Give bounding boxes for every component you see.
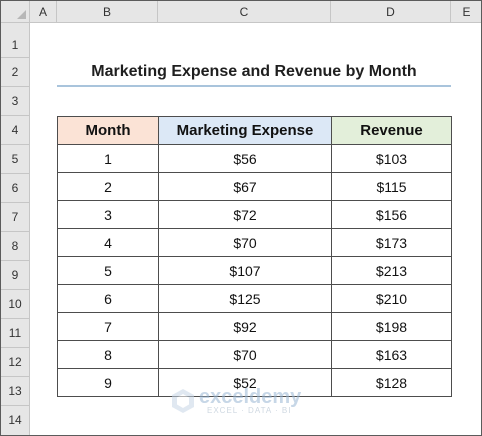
row-header-5[interactable]: 5	[1, 145, 30, 174]
cell-month[interactable]: 4	[57, 228, 159, 257]
cell-revenue[interactable]: $213	[331, 256, 452, 285]
cell-revenue[interactable]: $173	[331, 228, 452, 257]
column-header-b[interactable]: B	[57, 1, 158, 23]
cell-revenue[interactable]: $156	[331, 200, 452, 229]
watermark-tagline: EXCEL · DATA · BI	[207, 406, 292, 415]
cell-revenue[interactable]: $210	[331, 284, 452, 313]
row-header-4[interactable]: 4	[1, 116, 30, 145]
row-header-8[interactable]: 8	[1, 232, 30, 261]
row-header-7[interactable]: 7	[1, 203, 30, 232]
cell-month[interactable]: 8	[57, 340, 159, 369]
cell-month[interactable]: 5	[57, 256, 159, 285]
row-header-1[interactable]: 1	[1, 23, 30, 58]
cell-revenue[interactable]: $163	[331, 340, 452, 369]
row-header-14[interactable]: 14	[1, 406, 30, 435]
cell-month[interactable]: 1	[57, 144, 159, 173]
cell-month[interactable]: 2	[57, 172, 159, 201]
table-row: 3 $72 $156	[57, 200, 452, 229]
table-row: 7 $92 $198	[57, 312, 452, 341]
data-table: Month Marketing Expense Revenue 1 $56 $1…	[57, 116, 452, 397]
table-row: 1 $56 $103	[57, 144, 452, 173]
table-header-row: Month Marketing Expense Revenue	[57, 116, 452, 145]
row-header-12[interactable]: 12	[1, 348, 30, 377]
sheet-title: Marketing Expense and Revenue by Month	[91, 63, 417, 80]
select-all-button[interactable]	[1, 1, 30, 23]
cell-month[interactable]: 9	[57, 368, 159, 397]
row-header-13[interactable]: 13	[1, 377, 30, 406]
column-header-c[interactable]: C	[158, 1, 331, 23]
cell-expense[interactable]: $107	[158, 256, 332, 285]
table-row: 6 $125 $210	[57, 284, 452, 313]
row-header-9[interactable]: 9	[1, 261, 30, 290]
row-header-10[interactable]: 10	[1, 290, 30, 319]
cell-expense[interactable]: $56	[158, 144, 332, 173]
spreadsheet-grid: A B C D E 1 2 3 4 5 6 7 8 9 10 11 12 13 …	[0, 0, 482, 436]
cell-expense[interactable]: $92	[158, 312, 332, 341]
cell-revenue[interactable]: $103	[331, 144, 452, 173]
cell-revenue[interactable]: $128	[331, 368, 452, 397]
column-header-e[interactable]: E	[451, 1, 481, 23]
table-row: 5 $107 $213	[57, 256, 452, 285]
row-header-2[interactable]: 2	[1, 58, 30, 87]
cell-expense[interactable]: $72	[158, 200, 332, 229]
table-row: 2 $67 $115	[57, 172, 452, 201]
cell-expense[interactable]: $125	[158, 284, 332, 313]
header-marketing-expense[interactable]: Marketing Expense	[158, 116, 332, 145]
row-header-3[interactable]: 3	[1, 87, 30, 116]
cell-expense[interactable]: $70	[158, 340, 332, 369]
header-revenue[interactable]: Revenue	[331, 116, 452, 145]
cell-revenue[interactable]: $115	[331, 172, 452, 201]
cell-month[interactable]: 7	[57, 312, 159, 341]
header-month[interactable]: Month	[57, 116, 159, 145]
row-header-11[interactable]: 11	[1, 319, 30, 348]
column-header-d[interactable]: D	[331, 1, 451, 23]
column-header-a[interactable]: A	[30, 1, 57, 23]
cell-expense[interactable]: $70	[158, 228, 332, 257]
table-row: 8 $70 $163	[57, 340, 452, 369]
cell-expense[interactable]: $67	[158, 172, 332, 201]
select-all-triangle-icon	[17, 10, 26, 19]
title-underline	[57, 85, 451, 87]
table-row: 9 $52 $128	[57, 368, 452, 397]
cell-expense[interactable]: $52	[158, 368, 332, 397]
cell-revenue[interactable]: $198	[331, 312, 452, 341]
cell-month[interactable]: 3	[57, 200, 159, 229]
row-header-6[interactable]: 6	[1, 174, 30, 203]
cell-month[interactable]: 6	[57, 284, 159, 313]
table-row: 4 $70 $173	[57, 228, 452, 257]
